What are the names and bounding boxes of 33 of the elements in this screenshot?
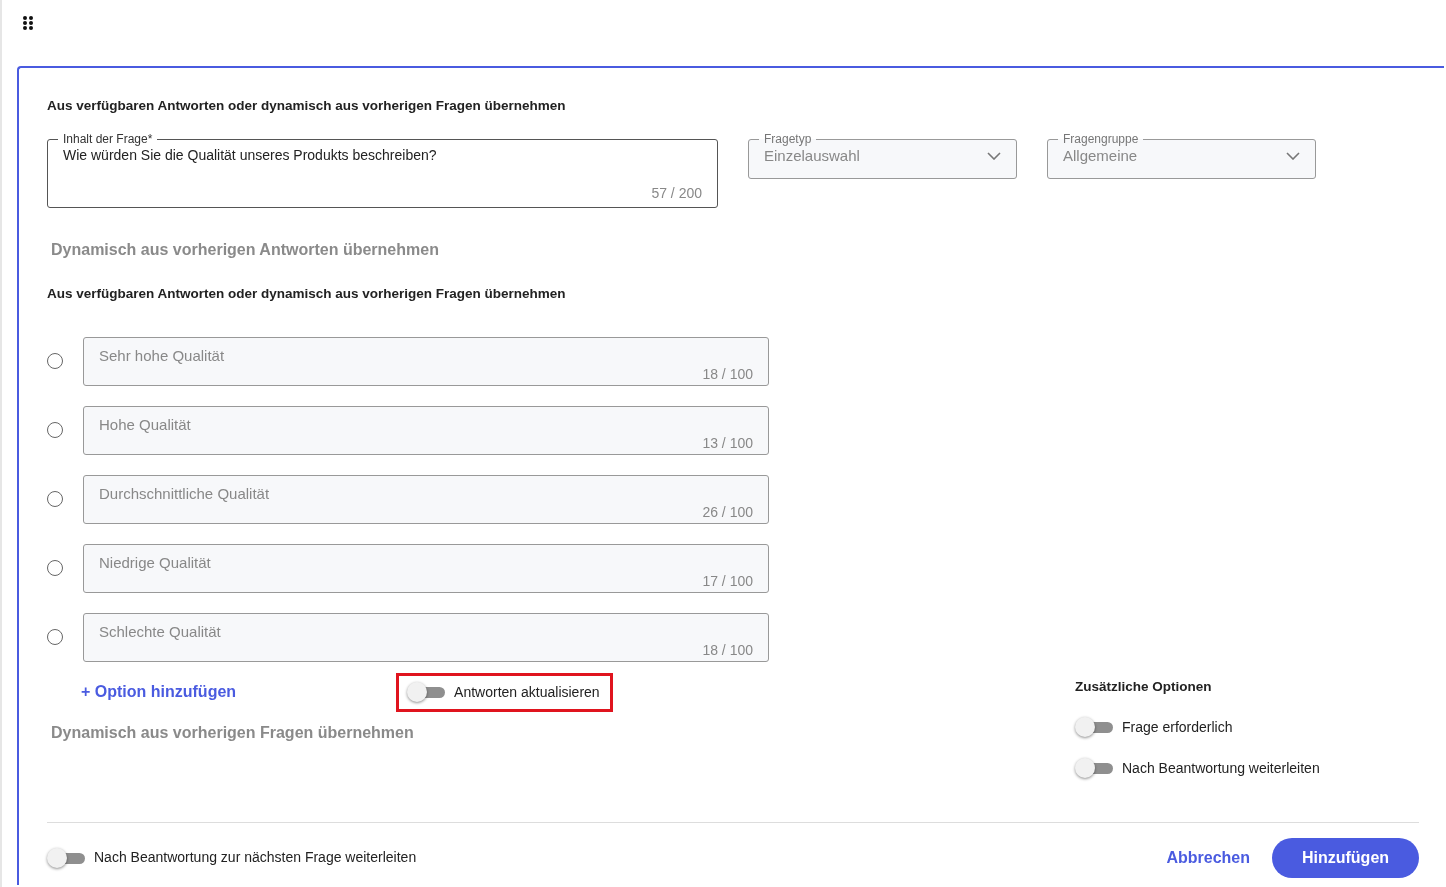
add-option-link[interactable]: + Option hinzufügen <box>81 680 237 704</box>
field-value: Schlechte Qualität <box>99 622 222 641</box>
field-value: Wie würden Sie die Qualität unseres Produkts beschreiben? <box>63 146 438 165</box>
section-heading: Dynamisch aus vorherigen Antworten übernehmen <box>51 240 440 261</box>
chevron-down-icon <box>1286 152 1300 161</box>
field-value: Allgemeine <box>1063 147 1138 166</box>
toggle-label: Nach Beantwortung weiterleiten <box>1122 758 1320 778</box>
field-value: Durchschnittliche Qualität <box>99 484 271 503</box>
section-heading: Dynamisch aus vorherigen Fragen übernehmen <box>51 722 415 743</box>
cancel-button[interactable]: Abbrechen <box>1160 844 1256 871</box>
character-counter: 13 / 100 <box>701 434 753 451</box>
character-counter: 57 / 200 <box>650 185 702 202</box>
field-value: Sehr hohe Qualität <box>99 346 226 365</box>
drag-handle-icon[interactable] <box>22 15 34 32</box>
character-counter: 26 / 100 <box>701 503 753 520</box>
section-title: Aus verfügbaren Antworten oder dynamisch aus vorherigen Fragen übernehmen <box>47 285 567 304</box>
field-value: Niedrige Qualität <box>99 553 212 572</box>
section-title: Aus verfügbaren Antworten oder dynamisch aus vorherigen Fragen übernehmen <box>47 97 567 115</box>
toggle-label: Frage erforderlich <box>1122 717 1233 737</box>
add-button[interactable]: Hinzufügen <box>1272 837 1419 878</box>
toggle-label: Nach Beantwortung zur nächsten Frage weiterleiten <box>94 848 417 867</box>
toggle-switch[interactable] <box>1075 717 1115 738</box>
field-value: Hohe Qualität <box>99 415 192 434</box>
chevron-down-icon <box>987 152 1001 161</box>
toggle-switch[interactable] <box>47 847 87 868</box>
character-counter: 18 / 100 <box>701 641 753 658</box>
character-counter: 18 / 100 <box>701 365 753 382</box>
toggle-switch[interactable] <box>1075 758 1115 779</box>
section-title: Zusätzliche Optionen <box>1075 677 1213 696</box>
field-value: Einzelauswahl <box>764 147 860 166</box>
toggle-label: Antworten aktualisieren <box>454 682 600 702</box>
character-counter: 17 / 100 <box>701 572 753 589</box>
question-field[interactable]: Inhalt der Frage* Wie würden Sie die Qualität unseres Produkts beschreiben? 57 / 200 <box>47 132 718 209</box>
